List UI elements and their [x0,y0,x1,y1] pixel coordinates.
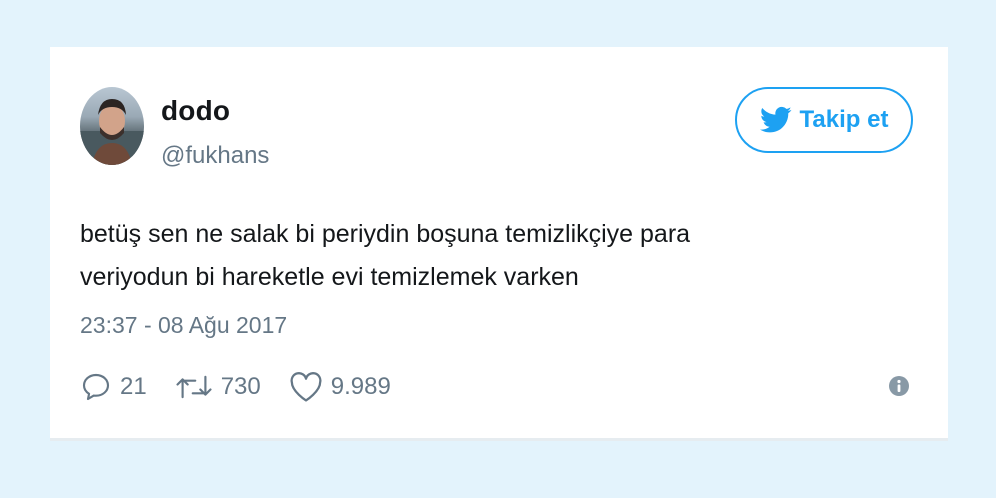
info-icon [889,376,909,396]
info-button[interactable] [888,375,910,397]
tweet-text-line-2: veriyodun bi hareketle evi temizlemek va… [80,263,579,291]
reply-icon [82,373,110,401]
display-name[interactable]: dodo [161,95,230,127]
reply-count: 21 [120,373,147,400]
retweet-button[interactable]: 730 [175,371,261,403]
tweet-text: betüş sen ne salak bi periydin boşuna te… [80,213,840,299]
tweet-card: dodo @fukhans Takip et betüş sen ne sala… [50,47,948,441]
reply-button[interactable]: 21 [80,371,147,403]
follow-button-label: Takip et [799,106,889,133]
follow-button[interactable]: Takip et [735,87,913,153]
tweet-actions: 21 730 9.989 [80,369,419,405]
user-handle[interactable]: @fukhans [161,142,269,170]
avatar-photo-icon [80,99,144,165]
tweet-text-line-1: betüş sen ne salak bi periydin boşuna te… [80,220,691,248]
twitter-bird-icon [759,106,791,133]
retweet-icon [176,375,212,399]
like-button[interactable]: 9.989 [289,371,391,403]
heart-icon [290,372,322,402]
like-count: 9.989 [330,373,391,400]
tweet-timestamp[interactable]: 23:37 - 08 Ağu 2017 [80,312,287,339]
retweet-count: 730 [220,373,261,400]
avatar[interactable] [80,87,144,165]
